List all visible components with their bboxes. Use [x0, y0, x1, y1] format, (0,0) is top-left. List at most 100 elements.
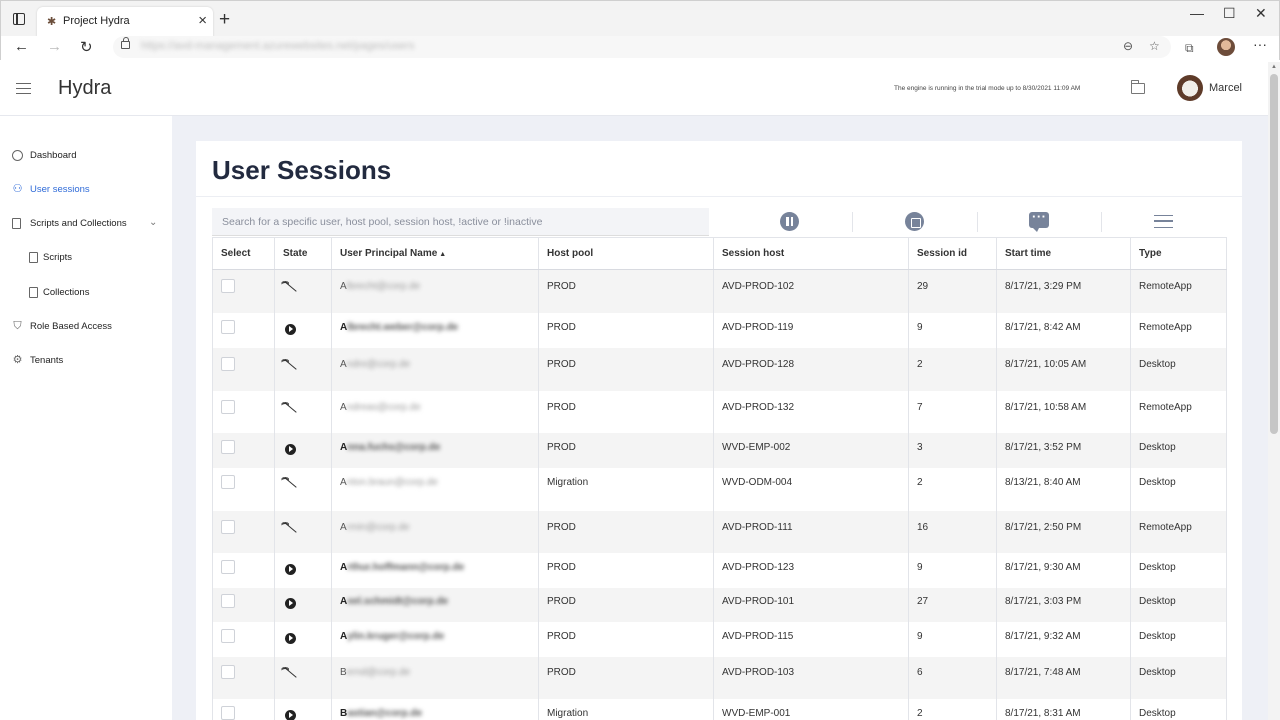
favorites-icon[interactable]: ☆: [1149, 39, 1160, 53]
session-host-cell: WVD-ODM-004: [713, 467, 909, 511]
search-input[interactable]: [212, 208, 709, 236]
column-header-session-id[interactable]: Session id: [908, 237, 997, 270]
session-id-cell: 3: [908, 432, 997, 468]
row-checkbox[interactable]: [221, 399, 235, 414]
user-name[interactable]: Marcel: [1209, 82, 1242, 94]
upn-initial: B: [340, 707, 348, 719]
table-row[interactable]: Aylin.kruger@corp.de PROD AVD-PROD-115 9 8/1…: [212, 621, 1227, 657]
table-row[interactable]: Albrecht@corp.dePRODAVD-PROD-102298/17/2…: [212, 269, 1227, 313]
close-window-icon[interactable]: ✕: [1255, 5, 1267, 22]
row-checkbox[interactable]: [221, 319, 235, 334]
upn-cell: Albrecht.weber@corp.de: [331, 312, 539, 348]
row-checkbox[interactable]: [221, 559, 235, 574]
host-pool-cell: PROD: [538, 552, 714, 588]
column-header-state[interactable]: State: [274, 237, 332, 270]
upn-redacted: ylin.kruger@corp.de: [347, 630, 445, 642]
maximize-icon[interactable]: ☐: [1223, 5, 1236, 22]
menu-icon[interactable]: [1154, 215, 1173, 228]
sidebar-item-tenants[interactable]: ⚙ Tenants: [0, 349, 172, 375]
sidebar-item-collections[interactable]: Collections: [0, 281, 172, 307]
sidebar-item-label: Role Based Access: [30, 321, 112, 332]
page-scrollbar[interactable]: ▲: [1268, 62, 1280, 720]
row-checkbox[interactable]: [221, 664, 235, 679]
scroll-thumb[interactable]: [1270, 74, 1278, 434]
session-active-icon: [285, 597, 296, 609]
upn-redacted: rthur.hoffmann@corp.de: [347, 561, 465, 573]
browser-profile-avatar[interactable]: [1217, 38, 1235, 56]
session-active-icon: [285, 323, 296, 335]
sidebar-item-dashboard[interactable]: Dashboard: [0, 144, 172, 170]
sort-ascending-icon: ▲: [439, 251, 447, 258]
upn-cell: Arthur.hoffmann@corp.de: [331, 552, 539, 588]
table-row[interactable]: Andreas@corp.dePRODAVD-PROD-13278/17/21,…: [212, 390, 1227, 433]
row-checkbox[interactable]: [221, 474, 235, 489]
sidebar-item-scripts[interactable]: Scripts: [0, 246, 172, 272]
forward-icon[interactable]: →: [47, 38, 62, 55]
row-checkbox[interactable]: [221, 279, 235, 293]
column-header-select: Select: [212, 237, 275, 270]
row-checkbox[interactable]: [221, 439, 235, 454]
table-row[interactable]: Axel.schmidt@corp.de PROD AVD-PROD-101 27 8/…: [212, 587, 1227, 622]
upn-initial: A: [340, 321, 348, 333]
table-row[interactable]: Armin@corp.dePRODAVD-PROD-111168/17/21, …: [212, 510, 1227, 553]
column-header-host-pool[interactable]: Host pool: [538, 237, 714, 270]
table-row[interactable]: Bastian@corp.de Migration WVD-EMP-001 2 8/17…: [212, 698, 1227, 720]
type-cell: Desktop: [1130, 467, 1227, 511]
row-checkbox[interactable]: [221, 593, 235, 608]
column-header-session-host[interactable]: Session host: [713, 237, 909, 270]
host-pool-cell: PROD: [538, 587, 714, 622]
select-cell: [212, 390, 275, 433]
table-row[interactable]: Albrecht.weber@corp.de PROD AVD-PROD-119 9 8…: [212, 312, 1227, 348]
table-row[interactable]: Andre@corp.dePRODAVD-PROD-12828/17/21, 1…: [212, 347, 1227, 391]
refresh-icon[interactable]: ↻: [80, 38, 93, 56]
state-cell: [274, 467, 332, 511]
folder-icon[interactable]: [1131, 80, 1145, 94]
upn-redacted: ndreas@corp.de: [346, 401, 421, 413]
tab-actions-icon[interactable]: [13, 13, 25, 25]
page-icon: [29, 287, 38, 298]
app-title: Hydra: [58, 77, 112, 99]
sidebar-item-label: Scripts: [43, 252, 73, 263]
browser-tab[interactable]: ✱ Project Hydra ×: [37, 7, 213, 37]
start-time-cell: 8/17/21, 7:48 AM: [996, 656, 1131, 699]
app-header: Hydra The engine is running in the trial…: [0, 62, 1268, 116]
table-row[interactable]: Arthur.hoffmann@corp.de PROD AVD-PROD-123 9…: [212, 552, 1227, 588]
new-tab-button[interactable]: +: [219, 9, 230, 31]
row-checkbox[interactable]: [221, 628, 235, 643]
state-cell: [274, 390, 332, 433]
column-header-upn[interactable]: User Principal Name ▲: [331, 237, 539, 270]
column-header-start-time[interactable]: Start time: [996, 237, 1131, 270]
state-cell: [274, 656, 332, 699]
message-icon[interactable]: [1029, 209, 1049, 232]
stop-icon[interactable]: [905, 212, 924, 231]
table-row[interactable]: Anton.braun@corp.deMigrationWVD-ODM-0042…: [212, 467, 1227, 511]
pause-icon[interactable]: [780, 212, 799, 231]
row-checkbox[interactable]: [221, 356, 235, 371]
table-row[interactable]: Anna.fuchs@corp.de PROD WVD-EMP-002 3 8/17/2…: [212, 432, 1227, 468]
scroll-up-icon[interactable]: ▲: [1271, 64, 1277, 70]
table-row[interactable]: Bernd@corp.dePRODAVD-PROD-10368/17/21, 7…: [212, 656, 1227, 699]
state-cell: [274, 510, 332, 553]
session-id-cell: 16: [908, 510, 997, 553]
url-field[interactable]: https://avd-management.azurewebsites.net…: [113, 36, 1171, 58]
browser-more-icon[interactable]: ···: [1253, 36, 1267, 52]
row-checkbox[interactable]: [221, 519, 235, 534]
zoom-icon[interactable]: ⊖: [1123, 39, 1133, 53]
hamburger-icon[interactable]: [16, 83, 31, 94]
sidebar-item-scripts-and-collections[interactable]: Scripts and Collections ⌄: [0, 212, 172, 238]
chevron-down-icon[interactable]: ⌄: [149, 217, 157, 228]
row-checkbox[interactable]: [221, 705, 235, 720]
tab-close-icon[interactable]: ×: [198, 12, 207, 29]
sidebar-item-label: Collections: [43, 287, 90, 298]
session-id-cell: 9: [908, 312, 997, 348]
collections-icon[interactable]: ⧉: [1185, 41, 1194, 56]
sidebar-item-role-based-access[interactable]: ⛉ Role Based Access: [0, 315, 172, 341]
sidebar-item-user-sessions[interactable]: ⚇ User sessions: [0, 178, 172, 204]
type-cell: Desktop: [1130, 432, 1227, 468]
column-header-type[interactable]: Type: [1130, 237, 1227, 270]
minimize-icon[interactable]: —: [1190, 5, 1204, 21]
avatar[interactable]: [1177, 75, 1203, 101]
upn-cell: Anton.braun@corp.de: [331, 467, 539, 511]
shield-icon: ⛉: [13, 320, 22, 332]
back-icon[interactable]: ←: [14, 38, 29, 55]
